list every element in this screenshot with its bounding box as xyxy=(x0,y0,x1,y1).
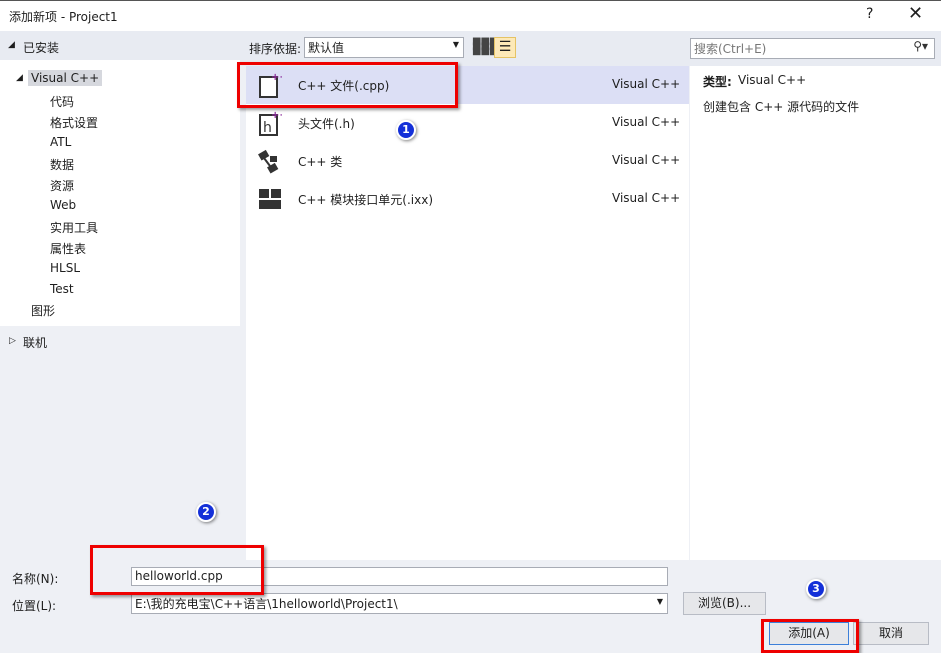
cancel-button[interactable]: 取消 xyxy=(853,622,929,645)
highlight-box-template xyxy=(237,62,458,108)
name-label: 名称(N): xyxy=(12,570,58,587)
template-item[interactable]: C++ 模块接口单元(.ixx) Visual C++ xyxy=(246,180,689,218)
description: 创建包含 C++ 源代码的文件 xyxy=(703,98,859,115)
collapse-icon[interactable]: ◢ xyxy=(8,40,15,50)
sort-label: 排序依据: xyxy=(249,40,301,57)
tree-item[interactable]: ATL xyxy=(50,135,71,149)
expand-icon[interactable]: ◢ xyxy=(16,73,23,83)
location-value: E:\我的充电宝\C++语言\1helloworld\Project1\ xyxy=(135,597,398,611)
template-item[interactable]: h++ 头文件(.h) Visual C++ xyxy=(246,104,689,142)
tree-visual-cpp[interactable]: Visual C++ xyxy=(28,70,102,86)
tree-item[interactable]: 属性表 xyxy=(50,240,86,257)
close-button[interactable]: ✕ xyxy=(908,3,923,24)
installed-header[interactable]: 已安装 xyxy=(23,39,59,56)
tree-item[interactable]: HLSL xyxy=(50,261,80,275)
tree-item[interactable]: Test xyxy=(50,282,74,296)
sort-value: 默认值 xyxy=(308,41,344,55)
help-button[interactable]: ? xyxy=(866,6,873,22)
tree-item[interactable]: Web xyxy=(50,198,76,212)
module-icon xyxy=(258,186,282,212)
template-language: Visual C++ xyxy=(612,115,680,129)
highlight-box-add xyxy=(761,619,859,653)
tree-item[interactable]: 格式设置 xyxy=(50,114,98,131)
tree-item[interactable]: 实用工具 xyxy=(50,219,98,236)
template-name: C++ 类 xyxy=(298,153,342,170)
title-bar xyxy=(0,0,941,31)
template-name: 头文件(.h) xyxy=(298,115,355,132)
header-file-icon: h++ xyxy=(258,110,282,136)
search-input[interactable]: 搜索(Ctrl+E) ⚲▾ xyxy=(690,38,935,59)
search-placeholder: 搜索(Ctrl+E) xyxy=(694,42,766,56)
sort-select[interactable]: 默认值 ▼ xyxy=(304,37,464,58)
list-view-icon[interactable]: ☰ xyxy=(494,37,516,58)
category-tree xyxy=(0,60,240,326)
svg-text:++: ++ xyxy=(271,110,282,121)
details-panel xyxy=(690,66,941,560)
template-item[interactable]: C++ 类 Visual C++ xyxy=(246,142,689,180)
template-language: Visual C++ xyxy=(612,191,680,205)
location-label: 位置(L): xyxy=(12,597,56,614)
chevron-down-icon: ▼ xyxy=(657,597,663,606)
template-language: Visual C++ xyxy=(612,77,680,91)
type-label: 类型: xyxy=(703,73,732,90)
tree-online[interactable]: 联机 xyxy=(23,334,47,351)
class-icon xyxy=(258,148,282,174)
svg-text:h: h xyxy=(263,120,272,136)
browse-button[interactable]: 浏览(B)... xyxy=(683,592,766,615)
annotation-badge-1: 1 xyxy=(396,120,416,140)
type-value: Visual C++ xyxy=(738,73,806,87)
template-language: Visual C++ xyxy=(612,153,680,167)
chevron-down-icon: ▼ xyxy=(453,40,459,49)
template-name: C++ 模块接口单元(.ixx) xyxy=(298,191,433,208)
tree-graphics[interactable]: 图形 xyxy=(31,302,55,319)
tree-item[interactable]: 代码 xyxy=(50,93,74,110)
expand-right-icon[interactable]: ▷ xyxy=(9,336,16,346)
annotation-badge-2: 2 xyxy=(196,502,216,522)
tree-item[interactable]: 数据 xyxy=(50,156,74,173)
highlight-box-name xyxy=(90,545,264,595)
tree-item[interactable]: 资源 xyxy=(50,177,74,194)
window-title: 添加新项 - Project1 xyxy=(9,8,118,25)
search-icon[interactable]: ⚲▾ xyxy=(913,39,928,53)
annotation-badge-3: 3 xyxy=(806,579,826,599)
location-select[interactable]: E:\我的充电宝\C++语言\1helloworld\Project1\ ▼ xyxy=(131,593,668,614)
grid-view-icon[interactable]: ■■■■■■■■■ xyxy=(472,39,488,55)
